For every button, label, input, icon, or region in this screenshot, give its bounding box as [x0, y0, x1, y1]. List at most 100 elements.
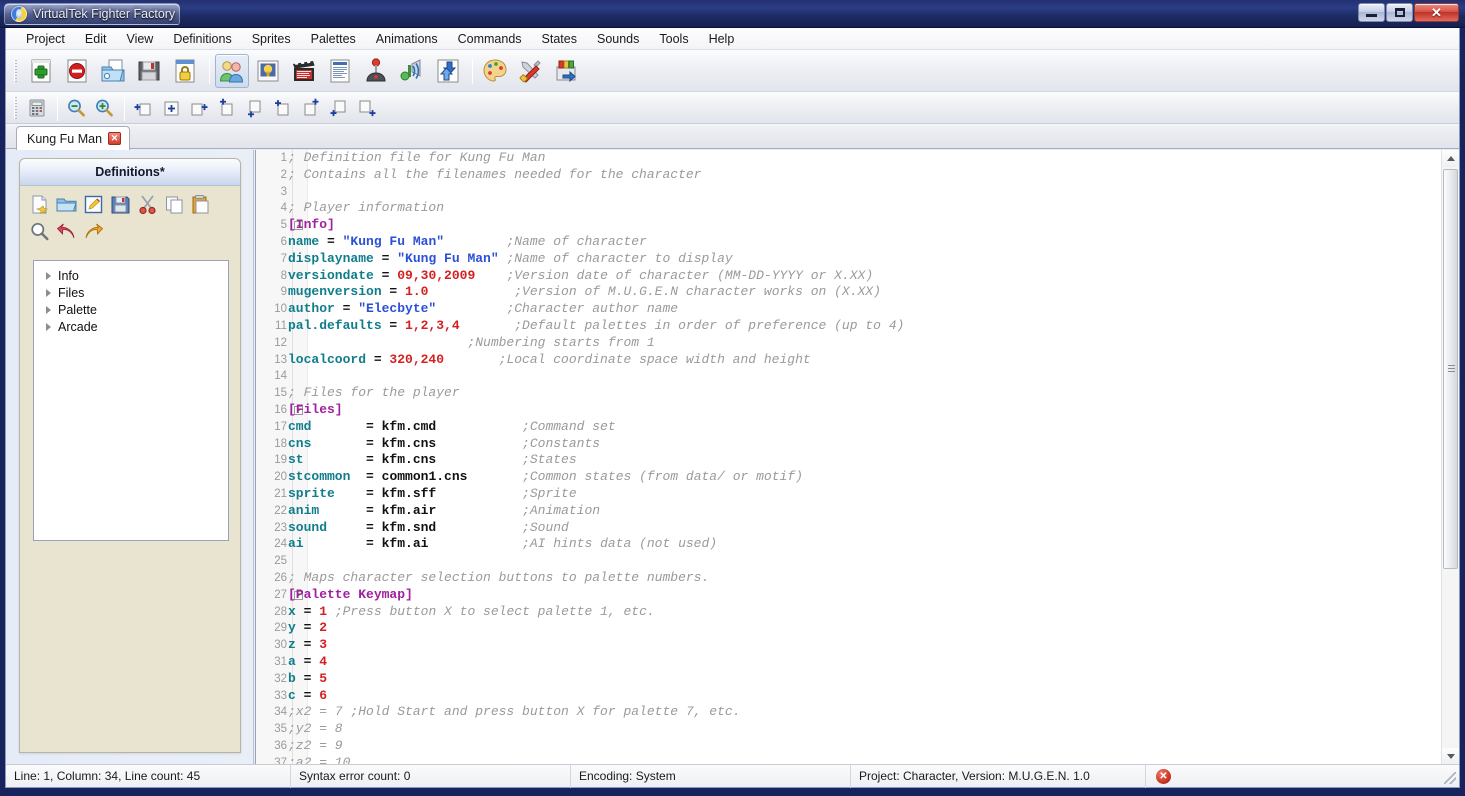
code-line[interactable]: 18cns = kfm.cns ;Constants [256, 436, 1441, 453]
toolbar-grip-2[interactable] [14, 97, 17, 119]
tab-close-icon[interactable]: ✕ [108, 132, 121, 145]
calculator-button[interactable] [24, 96, 50, 120]
tree-node-info[interactable]: Info [34, 267, 228, 284]
code-line[interactable]: 22anim = kfm.air ;Animation [256, 503, 1441, 520]
code-line[interactable]: 21sprite = kfm.sff ;Sprite [256, 486, 1441, 503]
menu-sounds[interactable]: Sounds [587, 29, 649, 49]
def-search-button[interactable] [27, 219, 51, 243]
tree-node-files[interactable]: Files [34, 284, 228, 301]
code-line[interactable]: 31a = 4 [256, 654, 1441, 671]
scrollbar-thumb[interactable] [1443, 169, 1458, 569]
code-line[interactable]: 3 [256, 184, 1441, 201]
code-line[interactable]: 30z = 3 [256, 637, 1441, 654]
def-edit-button[interactable] [81, 192, 105, 216]
menu-palettes[interactable]: Palettes [301, 29, 366, 49]
save-project-button[interactable] [132, 54, 166, 88]
menu-project[interactable]: Project [16, 29, 75, 49]
chevron-right-icon[interactable] [46, 272, 51, 280]
code-line[interactable]: 20stcommon = common1.cns ;Common states … [256, 469, 1441, 486]
editor-vertical-scrollbar[interactable] [1441, 150, 1459, 765]
def-undo-button[interactable] [54, 219, 78, 243]
menu-states[interactable]: States [532, 29, 587, 49]
code-line[interactable]: 34;x2 = 7 ;Hold Start and press button X… [256, 704, 1441, 721]
add-top-left-button[interactable] [214, 96, 240, 120]
code-text-area[interactable]: 1; Definition file for Kung Fu Man2; Con… [256, 150, 1441, 765]
add-bottom-left-button[interactable] [242, 96, 268, 120]
add-top-inner-button[interactable] [270, 96, 296, 120]
add-center-button[interactable] [158, 96, 184, 120]
menu-commands[interactable]: Commands [448, 29, 532, 49]
code-line[interactable]: 10author = "Elecbyte" ;Character author … [256, 301, 1441, 318]
menu-definitions[interactable]: Definitions [163, 29, 241, 49]
menu-sprites[interactable]: Sprites [242, 29, 301, 49]
menu-help[interactable]: Help [699, 29, 745, 49]
close-project-button[interactable] [60, 54, 94, 88]
code-line[interactable]: 11pal.defaults = 1,2,3,4 ;Default palett… [256, 318, 1441, 335]
menu-view[interactable]: View [116, 29, 163, 49]
menu-edit[interactable]: Edit [75, 29, 117, 49]
definitions-button[interactable] [215, 54, 249, 88]
code-line[interactable]: 8versiondate = 09,30,2009 ;Version date … [256, 268, 1441, 285]
code-line[interactable]: 26; Maps character selection buttons to … [256, 570, 1441, 587]
tree-node-palette[interactable]: Palette [34, 301, 228, 318]
chevron-right-icon[interactable] [46, 289, 51, 297]
code-line[interactable]: 1; Definition file for Kung Fu Man [256, 150, 1441, 167]
def-copy-button[interactable] [162, 192, 186, 216]
code-line[interactable]: 32b = 5 [256, 671, 1441, 688]
menu-animations[interactable]: Animations [366, 29, 448, 49]
code-line[interactable]: 25 [256, 553, 1441, 570]
chevron-right-icon[interactable] [46, 323, 51, 331]
open-project-button[interactable] [96, 54, 130, 88]
code-line[interactable]: 17cmd = kfm.cmd ;Command set [256, 419, 1441, 436]
code-line[interactable]: 24ai = kfm.ai ;AI hints data (not used) [256, 536, 1441, 553]
def-save-button[interactable] [108, 192, 132, 216]
add-top-right-button[interactable] [298, 96, 324, 120]
code-line[interactable]: 29y = 2 [256, 620, 1441, 637]
tab-kung-fu-man[interactable]: Kung Fu Man ✕ [16, 126, 130, 150]
code-editor[interactable]: 1; Definition file for Kung Fu Man2; Con… [255, 150, 1459, 765]
code-line[interactable]: 19st = kfm.cns ;States [256, 452, 1441, 469]
palettes-button[interactable] [478, 54, 512, 88]
code-line[interactable]: 23sound = kfm.snd ;Sound [256, 520, 1441, 537]
add-bottom-outer-button[interactable] [326, 96, 352, 120]
code-line[interactable]: 27-[Palette Keymap] [256, 587, 1441, 604]
def-paste-button[interactable] [189, 192, 213, 216]
def-new-button[interactable] [27, 192, 51, 216]
states-button[interactable] [323, 54, 357, 88]
code-line[interactable]: 5-[Info] [256, 217, 1441, 234]
code-line[interactable]: 4; Player information [256, 200, 1441, 217]
zoom-in-button[interactable] [91, 96, 117, 120]
add-left-button[interactable] [130, 96, 156, 120]
code-line[interactable]: 15; Files for the player [256, 385, 1441, 402]
export-package-button[interactable] [550, 54, 584, 88]
add-right-button[interactable] [186, 96, 212, 120]
new-project-button[interactable] [24, 54, 58, 88]
add-bottom-right-button[interactable] [354, 96, 380, 120]
zoom-out-button[interactable] [63, 96, 89, 120]
resize-grip[interactable] [1444, 772, 1456, 784]
scroll-down-button[interactable] [1442, 748, 1459, 765]
code-line[interactable]: 9mugenversion = 1.0 ;Version of M.U.G.E.… [256, 284, 1441, 301]
toolbar-grip[interactable] [14, 60, 17, 82]
code-line[interactable]: 36;z2 = 9 [256, 738, 1441, 755]
code-line[interactable]: 13localcoord = 320,240 ;Local coordinate… [256, 352, 1441, 369]
code-line[interactable]: 35;y2 = 8 [256, 721, 1441, 738]
code-line[interactable]: 6name = "Kung Fu Man" ;Name of character [256, 234, 1441, 251]
error-badge-icon[interactable]: ✕ [1156, 769, 1171, 784]
code-line[interactable]: 2; Contains all the filenames needed for… [256, 167, 1441, 184]
commands-button[interactable] [359, 54, 393, 88]
definitions-tree[interactable]: Info Files Palette Arcade [33, 260, 229, 541]
sounds-button[interactable] [395, 54, 429, 88]
def-cut-button[interactable] [135, 192, 159, 216]
code-line[interactable]: 33c = 6 [256, 688, 1441, 705]
minimize-button[interactable] [1358, 3, 1385, 22]
tools-button[interactable] [514, 54, 548, 88]
scroll-up-button[interactable] [1442, 150, 1459, 167]
code-line[interactable]: 16-[Files] [256, 402, 1441, 419]
sprites-button[interactable] [251, 54, 285, 88]
maximize-button[interactable] [1386, 3, 1413, 22]
close-button[interactable]: ✕ [1414, 3, 1459, 22]
import-export-button[interactable] [431, 54, 465, 88]
code-line[interactable]: 28x = 1 ;Press button X to select palett… [256, 604, 1441, 621]
code-line[interactable]: 14 [256, 368, 1441, 385]
